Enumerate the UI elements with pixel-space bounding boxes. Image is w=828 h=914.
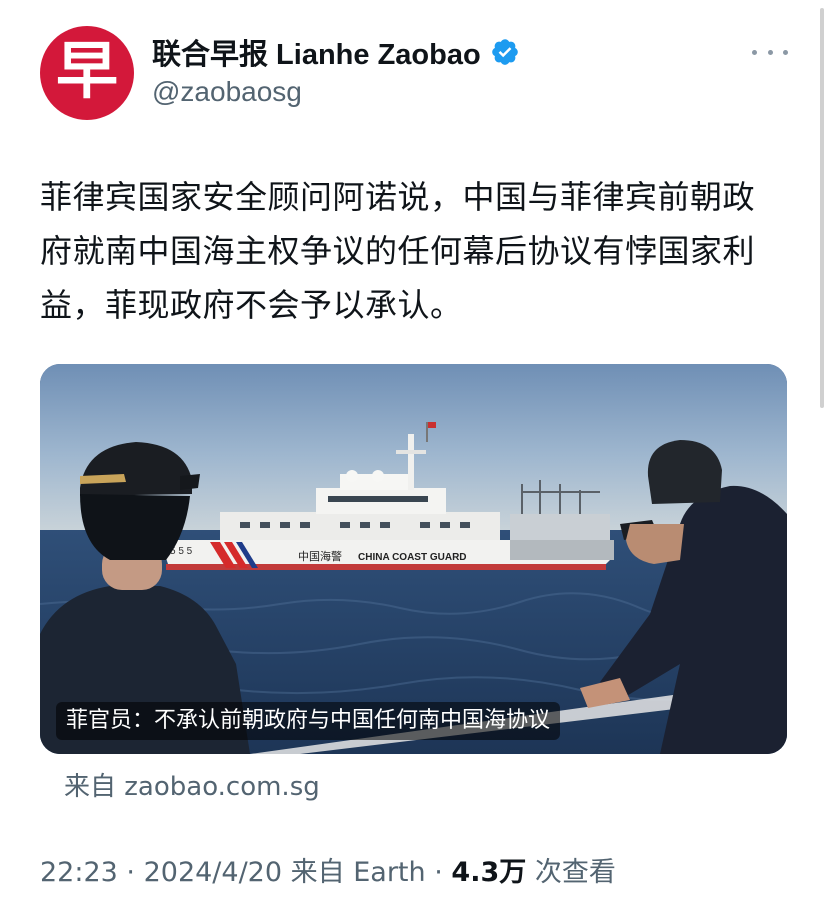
verified-badge-icon (491, 39, 518, 65)
tweet-source: 来自 Earth (290, 857, 426, 888)
views-label: 次查看 (534, 857, 616, 888)
author-handle[interactable]: @zaobaosg (152, 76, 302, 108)
tweet-meta: 22:23 · 2024/4/20 来自 Earth · 4.3万 次查看 (40, 850, 616, 889)
author-name-row[interactable]: 联合早报 Lianhe Zaobao (152, 32, 520, 72)
separator: · (434, 857, 443, 888)
separator: · (126, 857, 135, 888)
tweet-detail-page: 早 联合早报 Lianhe Zaobao @zaobaosg 菲律宾国家安全顾问… (0, 0, 828, 914)
avatar[interactable]: 早 (40, 26, 134, 120)
link-source[interactable]: 来自 zaobao.com.sg (64, 766, 320, 803)
avatar-glyph: 早 (55, 34, 118, 107)
more-dot-icon (752, 49, 757, 55)
tweet-text: 菲律宾国家安全顾问阿诺说，中国与菲律宾前朝政府就南中国海主权争议的任何幕后协议有… (40, 178, 756, 324)
more-dot-icon (783, 49, 788, 55)
more-options-button[interactable] (752, 40, 788, 64)
more-dot-icon (767, 49, 773, 55)
media-card[interactable]: 5 5 5 中国海警 CHINA COAST GUARD 菲官员：不承认前朝政府… (40, 364, 787, 754)
news-photo: 5 5 5 中国海警 CHINA COAST GUARD (40, 364, 787, 754)
ship-label-cn: 中国海警 (298, 549, 342, 563)
ship-label-en: CHINA COAST GUARD (358, 552, 467, 563)
tweet-time[interactable]: 22:23 (40, 857, 118, 888)
views-count: 4.3万 (451, 857, 527, 888)
tweet-date[interactable]: 2024/4/20 (144, 857, 282, 888)
media-caption: 菲官员：不承认前朝政府与中国任何南中国海协议 (56, 702, 561, 740)
scrollbar[interactable] (820, 8, 824, 408)
display-name[interactable]: 联合早报 Lianhe Zaobao (152, 31, 481, 73)
